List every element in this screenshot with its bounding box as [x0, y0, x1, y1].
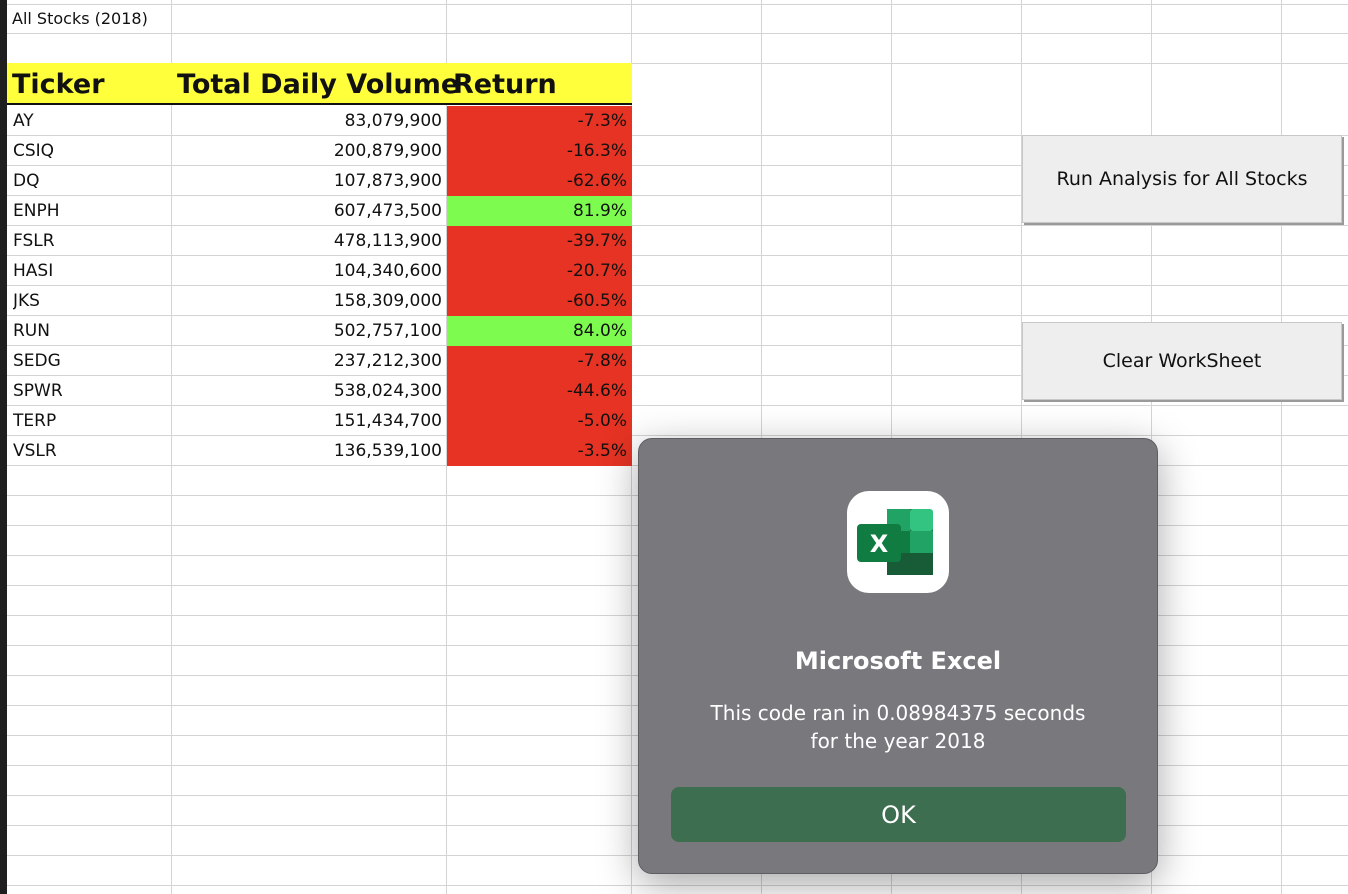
- row-header-strip: [0, 0, 7, 894]
- dialog-title: Microsoft Excel: [794, 647, 1002, 675]
- return-cell[interactable]: -7.8%: [447, 346, 627, 376]
- alert-dialog: X Microsoft Excel This code ran in 0.089…: [638, 438, 1158, 874]
- dialog-message-line-1: This code ran in 0.08984375 seconds: [710, 701, 1086, 725]
- header-ticker[interactable]: Ticker: [12, 63, 105, 103]
- ticker-cell[interactable]: JKS: [13, 286, 168, 316]
- ticker-cell[interactable]: RUN: [13, 316, 168, 346]
- return-cell[interactable]: 81.9%: [447, 196, 627, 226]
- return-cell[interactable]: -39.7%: [447, 226, 627, 256]
- volume-cell[interactable]: 151,434,700: [172, 406, 442, 436]
- gridline-horizontal: [7, 4, 1348, 5]
- volume-cell[interactable]: 136,539,100: [172, 436, 442, 466]
- ticker-cell[interactable]: CSIQ: [13, 136, 168, 166]
- volume-cell[interactable]: 83,079,900: [172, 106, 442, 136]
- ticker-cell[interactable]: ENPH: [13, 196, 168, 226]
- volume-cell[interactable]: 158,309,000: [172, 286, 442, 316]
- header-total-daily-volume[interactable]: Total Daily Volume: [177, 63, 459, 103]
- excel-app-icon: X: [847, 491, 949, 593]
- return-cell[interactable]: -16.3%: [447, 136, 627, 166]
- ticker-cell[interactable]: TERP: [13, 406, 168, 436]
- return-cell[interactable]: -3.5%: [447, 436, 627, 466]
- ticker-cell[interactable]: SPWR: [13, 376, 168, 406]
- return-cell[interactable]: -44.6%: [447, 376, 627, 406]
- ticker-cell[interactable]: AY: [13, 106, 168, 136]
- excel-icon-letter: X: [870, 530, 889, 558]
- sheet-title-cell[interactable]: All Stocks (2018): [12, 4, 148, 34]
- ticker-cell[interactable]: DQ: [13, 166, 168, 196]
- clear-worksheet-button[interactable]: Clear WorkSheet: [1022, 322, 1342, 400]
- return-cell[interactable]: -5.0%: [447, 406, 627, 436]
- dialog-message-line-2: for the year 2018: [810, 729, 986, 753]
- ticker-cell[interactable]: VSLR: [13, 436, 168, 466]
- header-border: [7, 103, 632, 105]
- return-cell[interactable]: -60.5%: [447, 286, 627, 316]
- volume-cell[interactable]: 538,024,300: [172, 376, 442, 406]
- ticker-cell[interactable]: HASI: [13, 256, 168, 286]
- ticker-cell[interactable]: SEDG: [13, 346, 168, 376]
- volume-cell[interactable]: 104,340,600: [172, 256, 442, 286]
- ok-button[interactable]: OK: [671, 787, 1126, 842]
- gridline-horizontal: [7, 885, 1348, 886]
- volume-cell[interactable]: 502,757,100: [172, 316, 442, 346]
- ticker-cell[interactable]: FSLR: [13, 226, 168, 256]
- header-return[interactable]: Return: [453, 63, 557, 103]
- volume-cell[interactable]: 607,473,500: [172, 196, 442, 226]
- volume-cell[interactable]: 478,113,900: [172, 226, 442, 256]
- return-cell[interactable]: -20.7%: [447, 256, 627, 286]
- return-cell[interactable]: 84.0%: [447, 316, 627, 346]
- run-analysis-button[interactable]: Run Analysis for All Stocks: [1022, 135, 1342, 223]
- dialog-message: This code ran in 0.08984375 seconds for …: [639, 699, 1157, 755]
- gridline-horizontal: [7, 33, 1348, 34]
- return-cell[interactable]: -62.6%: [447, 166, 627, 196]
- volume-cell[interactable]: 200,879,900: [172, 136, 442, 166]
- volume-cell[interactable]: 237,212,300: [172, 346, 442, 376]
- spreadsheet-grid[interactable]: All Stocks (2018) Ticker Total Daily Vol…: [0, 0, 1348, 894]
- volume-cell[interactable]: 107,873,900: [172, 166, 442, 196]
- return-cell[interactable]: -7.3%: [447, 106, 627, 136]
